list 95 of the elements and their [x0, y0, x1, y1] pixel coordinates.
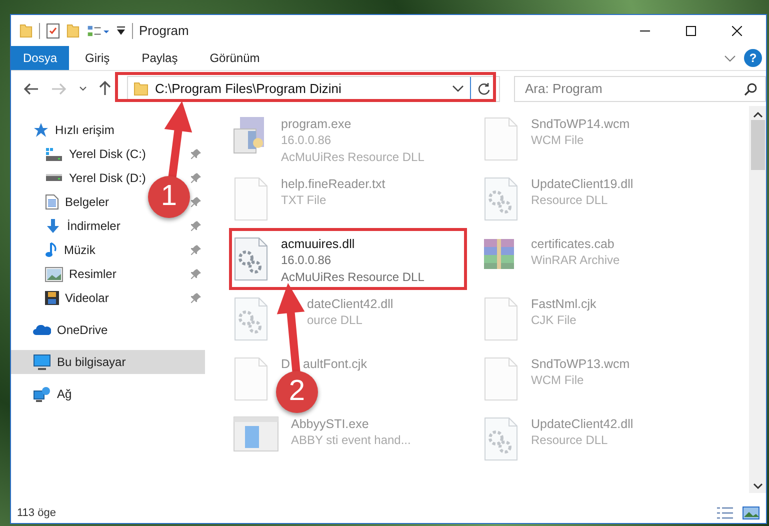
maximize-icon[interactable] [686, 26, 696, 36]
sidebar-item[interactable]: Bu bilgisayar [11, 350, 205, 374]
sidebar-item[interactable]: Resimler [45, 265, 116, 283]
file-name: program.exe [281, 116, 352, 132]
monitor-icon [33, 354, 51, 370]
customize-toolbar-icon[interactable] [116, 26, 126, 35]
minimize-icon[interactable] [640, 30, 650, 32]
sidebar-item[interactable]: Yerel Disk (D:) [45, 169, 146, 187]
folder-icon [133, 82, 149, 96]
sidebar-item[interactable]: OneDrive [33, 321, 108, 339]
file-name: UpdateClient19.dll [531, 176, 634, 192]
refresh-icon[interactable] [477, 82, 491, 96]
sidebar-item[interactable]: Yerel Disk (C:) [45, 145, 146, 163]
ribbon-tab[interactable]: Paylaş [126, 46, 194, 70]
file-detail: WCM File [531, 132, 584, 149]
file-name: SndToWP14.wcm [531, 116, 630, 132]
file-name: help.fineReader.txt [281, 176, 386, 192]
app-window-icon [233, 416, 279, 452]
scroll-down-icon[interactable] [752, 483, 762, 489]
file-name: acmuuires.dll [281, 236, 355, 252]
dropdown-icon[interactable] [452, 85, 464, 92]
file-menu-button[interactable]: Dosya [11, 46, 70, 70]
document-icon [45, 194, 59, 210]
details-view-icon[interactable] [716, 507, 734, 519]
gear-file-icon [233, 296, 269, 342]
pin-icon[interactable] [191, 221, 201, 231]
properties-icon[interactable] [46, 22, 60, 38]
file-detail: Resource DLL [531, 192, 608, 209]
file-detail: WinRAR Archive [531, 252, 620, 269]
film-icon [45, 291, 59, 305]
file-icon [233, 356, 269, 402]
file-detail: 16.0.0.86 [281, 132, 332, 149]
window-title: Program [139, 22, 189, 40]
scrollbar-thumb[interactable] [750, 120, 764, 170]
cloud-icon [33, 324, 51, 336]
gear-file-icon [483, 416, 519, 462]
file-name: UpdateClient42.dll [531, 416, 634, 432]
ribbon-tab[interactable]: Görünüm [194, 46, 276, 70]
up-arrow-icon[interactable] [99, 81, 111, 96]
scroll-up-icon[interactable] [752, 112, 762, 118]
pin-icon[interactable] [191, 173, 201, 183]
file-name: D [281, 356, 290, 372]
gear-file-icon [483, 176, 519, 222]
sidebar-item[interactable]: Müzik [45, 241, 96, 259]
view-icon[interactable] [86, 24, 110, 36]
help-button[interactable]: ? [744, 49, 762, 67]
scrollbar[interactable] [749, 106, 766, 493]
file-name: aultFont.cjk [303, 356, 367, 372]
pin-icon[interactable] [191, 269, 201, 279]
back-arrow-icon[interactable] [23, 82, 39, 94]
address-bar[interactable]: C:\Program Files\Program Dizini [127, 76, 500, 102]
large-icons-view-icon[interactable] [742, 506, 760, 520]
picture-icon [45, 266, 63, 282]
search-field[interactable]: Ara: Program [514, 76, 766, 102]
sidebar-item[interactable]: Belgeler [45, 193, 110, 211]
gear-file-icon [233, 236, 269, 282]
address-path: C:\Program Files\Program Dizini [155, 80, 342, 98]
download-arrow-icon [45, 218, 61, 234]
network-icon [33, 386, 51, 402]
sidebar-item[interactable]: Videolar [45, 289, 109, 307]
item-count: 113 öge [17, 506, 56, 521]
file-name: AbbyySTI.exe [291, 416, 369, 432]
file-detail: AcMuUiRes Resource DLL [281, 269, 424, 286]
file-detail: WCM File [531, 372, 584, 389]
music-note-icon [45, 242, 58, 258]
file-detail: ABBY sti event hand... [291, 432, 411, 449]
file-name: SndToWP13.wcm [531, 356, 630, 372]
file-detail: 16.0.0.86 [281, 252, 332, 269]
file-detail: ource DLL [307, 312, 362, 329]
file-icon [483, 296, 519, 342]
file-name: dateClient42.dll [307, 296, 394, 312]
file-detail: AcMuUiRes Resource DLL [281, 149, 424, 166]
star-icon [33, 122, 49, 138]
drive-icon [45, 148, 63, 160]
pin-icon[interactable] [191, 197, 201, 207]
pin-icon[interactable] [191, 245, 201, 255]
file-name: certificates.cab [531, 236, 614, 252]
pin-icon[interactable] [191, 149, 201, 159]
sidebar-item[interactable]: İndirmeler [45, 217, 120, 235]
file-icon [483, 356, 519, 402]
close-icon[interactable] [732, 26, 742, 36]
sidebar-item[interactable]: Hızlı erişim [33, 121, 114, 139]
chevron-down-icon[interactable] [79, 86, 87, 91]
search-icon [744, 82, 758, 96]
chevron-icon[interactable] [724, 54, 736, 62]
file-icon [483, 116, 519, 162]
pin-icon[interactable] [191, 293, 201, 303]
file-detail: Resource DLL [531, 432, 608, 449]
file-detail: TXT File [281, 192, 326, 209]
file-name: FastNml.cjk [531, 296, 596, 312]
file-detail: CJK File [531, 312, 576, 329]
sidebar-item[interactable]: Ağ [33, 385, 72, 403]
ribbon-tab[interactable]: Giriş [69, 46, 126, 70]
drive-icon [45, 174, 63, 182]
file-icon [233, 176, 269, 222]
